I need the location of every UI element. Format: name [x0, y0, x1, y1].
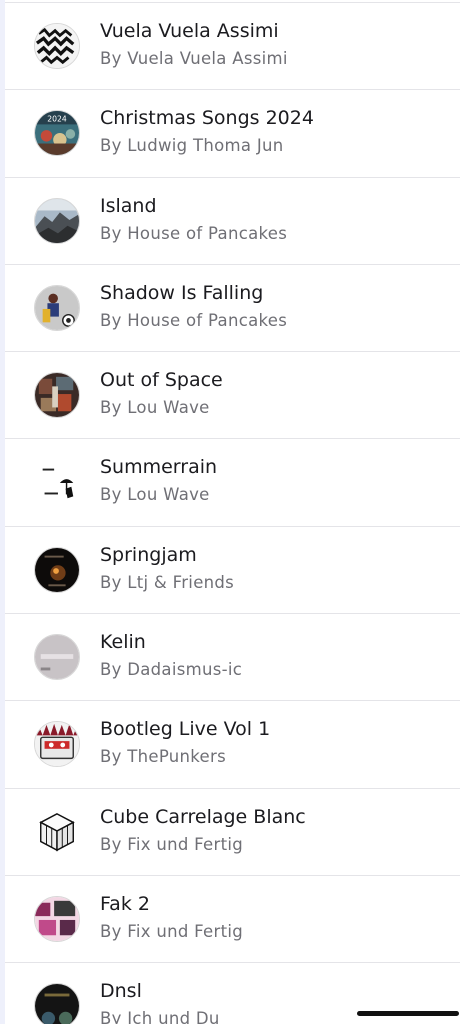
cassette-tape-cover-icon [34, 721, 80, 768]
playlist-row[interactable]: Summerrain By Lou Wave [5, 438, 460, 525]
playlist-row[interactable]: Vuela Vuela Assimi By Vuela Vuela Assimi [5, 2, 460, 89]
playlist-subtitle: By Ich und Du [100, 1009, 220, 1024]
playlist-subtitle: By Lou Wave [100, 398, 210, 418]
playlist-subtitle: By Fix und Fertig [100, 834, 243, 854]
playlist-row[interactable]: Springjam By Ltj & Friends [5, 525, 460, 613]
dark-stage-cover-icon [34, 546, 80, 593]
playlist-subtitle: By House of Pancakes [100, 310, 288, 330]
playlist-subtitle: By Ludwig Thoma Jun [100, 136, 284, 156]
playlist-subtitle: By Ltj & Friends [100, 572, 235, 592]
playlist-title: Christmas Songs 2024 [100, 107, 314, 130]
cover-year-label: 2024 [47, 115, 67, 124]
home-indicator[interactable] [357, 1011, 459, 1016]
playlist-title: Springjam [100, 543, 197, 566]
playlist-screen: Vuela Vuela Assimi By Vuela Vuela Assimi… [0, 0, 460, 1024]
playlist-title: Bootleg Live Vol 1 [100, 718, 271, 741]
playlist-title: Dnsl [100, 980, 142, 1003]
island-landscape-cover-icon [34, 197, 80, 244]
dark-cover-icon [34, 983, 80, 1024]
playlist-row[interactable]: Island By House of Pancakes [5, 176, 460, 264]
umbrella-silhouette-cover-icon [34, 459, 80, 506]
playlist-subtitle: By Fix und Fertig [100, 921, 243, 941]
grey-text-cover-icon [34, 634, 80, 681]
playlist-row[interactable]: Bootleg Live Vol 1 By ThePunkers [5, 700, 460, 787]
playlist-row[interactable]: Cube Carrelage Blanc By Fix und Fertig [5, 787, 460, 875]
playlist-subtitle: By House of Pancakes [100, 223, 288, 243]
pink-collage-cover-icon [34, 895, 80, 942]
playlist-row[interactable]: Fak 2 By Fix und Fertig [5, 874, 460, 962]
playlist-subtitle: By Dadaismus-ic [100, 660, 243, 680]
rubiks-cube-cover-icon [34, 808, 80, 855]
playlist-title: Fak 2 [100, 892, 150, 915]
playlist-subtitle: By ThePunkers [100, 747, 226, 767]
playlist-title: Island [100, 194, 157, 217]
playlist-title: Out of Space [100, 369, 223, 392]
playlist-subtitle: By Lou Wave [100, 485, 210, 505]
zigzag-art-cover-icon [34, 23, 80, 69]
playlist-title: Kelin [100, 631, 146, 654]
space-collage-cover-icon [34, 372, 80, 419]
playlist-title: Shadow Is Falling [100, 281, 264, 304]
figure-portrait-cover-icon [34, 284, 80, 331]
playlist-title: Summerrain [100, 456, 218, 479]
playlist-title: Vuela Vuela Assimi [100, 20, 279, 42]
playlist-row[interactable]: Shadow Is Falling By House of Pancakes [5, 263, 460, 351]
playlist-list[interactable]: Vuela Vuela Assimi By Vuela Vuela Assimi… [5, 2, 460, 1024]
playlist-title: Cube Carrelage Blanc [100, 805, 306, 828]
playlist-row[interactable]: 2024 Christmas Songs 2024 By Ludwig Thom… [5, 89, 460, 176]
christmas-2024-cover-icon: 2024 [34, 110, 80, 157]
playlist-row[interactable]: Out of Space By Lou Wave [5, 351, 460, 438]
playlist-subtitle: By Vuela Vuela Assimi [100, 49, 288, 68]
playlist-row[interactable]: Kelin By Dadaismus-ic [5, 613, 460, 700]
